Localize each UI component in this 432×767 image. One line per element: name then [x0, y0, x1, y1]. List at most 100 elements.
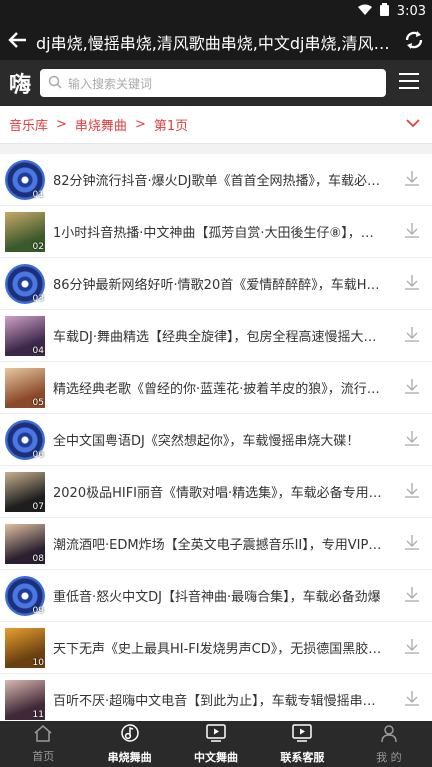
track-title[interactable]: 2020极品HIFI丽音《情歌对唱·精选集》，车载必备专用连版 [45, 482, 392, 501]
download-icon [403, 377, 421, 399]
breadcrumb-item-category[interactable]: 串烧舞曲 [75, 115, 127, 134]
track-number: 02 [32, 241, 44, 252]
track-cover: 07 [5, 471, 45, 512]
track-title[interactable]: 潮流酒吧·EDM炸场【全英文电子震撼音乐II】，专用VIP串烧 [45, 534, 392, 553]
download-icon [403, 585, 421, 607]
track-cover: 01 [5, 159, 45, 200]
download-button[interactable] [392, 689, 432, 711]
track-row[interactable]: 04 车载DJ·舞曲精选【经典全旋律】，包房全程高速慢摇大碟串烧 [0, 310, 432, 362]
download-button[interactable] [392, 325, 432, 347]
track-row[interactable]: 03 86分钟最新网络好听·情歌20首《爱情醉醉醉》，车载HIFI音质 [0, 258, 432, 310]
download-icon [403, 689, 421, 711]
download-button[interactable] [392, 429, 432, 451]
download-icon [403, 637, 421, 659]
tab-home[interactable]: 首页 [0, 721, 86, 767]
track-cover: 09 [5, 575, 45, 616]
track-cover: 02 [5, 211, 45, 252]
page-title: dj串烧,慢摇串烧,清风歌曲串烧,中文dj串烧,清风dj串烧 [36, 33, 396, 53]
track-cover: 05 [5, 367, 45, 408]
menu-button[interactable] [386, 60, 432, 106]
tab-label: 联系客服 [280, 751, 325, 764]
track-list: 0182分钟流行抖音·爆火DJ歌单《首首全网热播》，车载必备劲爆串烧021小时抖… [0, 154, 432, 721]
tab-mine[interactable]: 我 的 [346, 721, 432, 767]
download-icon [403, 429, 421, 451]
download-button[interactable] [392, 273, 432, 295]
search-bar: 嗨 输入搜索关键词 [0, 60, 432, 106]
bottom-tab-bar: 首页 串烧舞曲 中文舞曲 联系客服 我 的 [0, 721, 432, 767]
home-icon [33, 724, 53, 746]
download-button[interactable] [392, 377, 432, 399]
wifi-icon [357, 4, 372, 20]
track-cover: 11 [5, 679, 45, 720]
track-title[interactable]: 百听不厌·超嗨中文电音【到此为止】，车载专辑慢摇串烧精选 [45, 690, 392, 709]
track-number: 04 [32, 345, 44, 356]
download-button[interactable] [392, 169, 432, 191]
tab-chinese-dance[interactable]: 中文舞曲 [173, 721, 259, 767]
app-logo: 嗨 [8, 73, 31, 98]
track-row[interactable]: 02 1小时抖音热播·中文神曲【孤芳自赏·大田後生仔⑧】，车载必备 [0, 206, 432, 258]
track-row[interactable]: 08 潮流酒吧·EDM炸场【全英文电子震撼音乐II】，专用VIP串烧 [0, 518, 432, 570]
track-title[interactable]: 全中文国粤语DJ《突然想起你》，车载慢摇串烧大碟！ [45, 430, 392, 449]
tab-label: 首页 [32, 750, 55, 763]
download-icon [403, 533, 421, 555]
track-title[interactable]: 车载DJ·舞曲精选【经典全旋律】，包房全程高速慢摇大碟串烧 [45, 326, 392, 345]
chevron-right-icon: > [56, 117, 67, 132]
track-cover: 08 [5, 523, 45, 564]
track-title[interactable]: 86分钟最新网络好听·情歌20首《爱情醉醉醉》，车载HIFI音质 [45, 274, 392, 293]
track-row[interactable]: 09 重低音·怒火中文DJ【抖音神曲·最嗨合集】，车载必备劲爆 [0, 570, 432, 622]
track-row[interactable]: 07 2020极品HIFI丽音《情歌对唱·精选集》，车载必备专用连版 [0, 466, 432, 518]
track-number: 01 [32, 189, 44, 200]
status-time: 3:03 [396, 4, 426, 19]
download-button[interactable] [392, 533, 432, 555]
refresh-button[interactable] [396, 23, 432, 60]
search-placeholder: 输入搜索关键词 [68, 76, 153, 91]
search-input[interactable]: 输入搜索关键词 [40, 69, 386, 97]
back-button[interactable] [0, 23, 36, 60]
user-icon [379, 723, 399, 747]
track-number: 06 [32, 449, 44, 460]
hamburger-menu-icon [399, 72, 419, 94]
tab-customer-service[interactable]: 联系客服 [259, 721, 345, 767]
track-row[interactable]: 06 全中文国粤语DJ《突然想起你》，车载慢摇串烧大碟！ [0, 414, 432, 466]
track-cover: 10 [5, 627, 45, 668]
video-play-icon [205, 723, 227, 747]
search-icon [48, 74, 62, 93]
chevron-right-icon: > [134, 117, 146, 132]
track-title[interactable]: 天下无声《史上最具HI-FI发烧男声CD》，无损德国黑胶大碟 [45, 638, 392, 657]
track-number: 03 [32, 293, 44, 304]
track-title[interactable]: 1小时抖音热播·中文神曲【孤芳自赏·大田後生仔⑧】，车载必备 [45, 222, 392, 241]
breadcrumb-item-page[interactable]: 第1页 [154, 115, 188, 134]
download-icon [403, 221, 421, 243]
track-title[interactable]: 精选经典老歌《曾经的你·蓝莲花·披着羊皮的狼》，流行串烧 [45, 378, 392, 397]
track-number: 07 [32, 501, 44, 512]
breadcrumb-item-library[interactable]: 音乐库 [9, 115, 48, 134]
download-icon [403, 481, 421, 503]
download-button[interactable] [392, 585, 432, 607]
battery-icon [379, 3, 389, 20]
chevron-down-icon[interactable] [406, 117, 420, 132]
track-cover: 03 [5, 263, 45, 304]
track-number: 10 [32, 657, 44, 668]
track-title[interactable]: 重低音·怒火中文DJ【抖音神曲·最嗨合集】，车载必备劲爆 [45, 586, 392, 605]
track-number: 11 [32, 709, 44, 720]
track-cover: 04 [5, 315, 45, 356]
download-button[interactable] [392, 481, 432, 503]
track-cover: 06 [5, 419, 45, 460]
tab-medley-dance[interactable]: 串烧舞曲 [86, 721, 172, 767]
tv-play-icon [291, 723, 313, 747]
track-row[interactable]: 0182分钟流行抖音·爆火DJ歌单《首首全网热播》，车载必备劲爆串烧 [0, 154, 432, 206]
track-number: 09 [32, 605, 44, 616]
track-row[interactable]: 05 精选经典老歌《曾经的你·蓝莲花·披着羊皮的狼》，流行串烧 [0, 362, 432, 414]
download-icon [403, 325, 421, 347]
arrow-left-icon [8, 30, 28, 54]
title-bar: dj串烧,慢摇串烧,清风歌曲串烧,中文dj串烧,清风dj串烧 [0, 23, 432, 60]
download-button[interactable] [392, 637, 432, 659]
track-row[interactable]: 10 天下无声《史上最具HI-FI发烧男声CD》，无损德国黑胶大碟 [0, 622, 432, 674]
track-title[interactable]: 82分钟流行抖音·爆火DJ歌单《首首全网热播》，车载必备劲爆串烧 [45, 170, 392, 189]
section-gap [0, 144, 432, 154]
breadcrumb: 音乐库 > 串烧舞曲 > 第1页 [0, 106, 432, 144]
download-button[interactable] [392, 221, 432, 243]
track-number: 08 [32, 553, 44, 564]
track-row[interactable]: 11 百听不厌·超嗨中文电音【到此为止】，车载专辑慢摇串烧精选 [0, 674, 432, 721]
tab-label: 串烧舞曲 [107, 751, 152, 764]
